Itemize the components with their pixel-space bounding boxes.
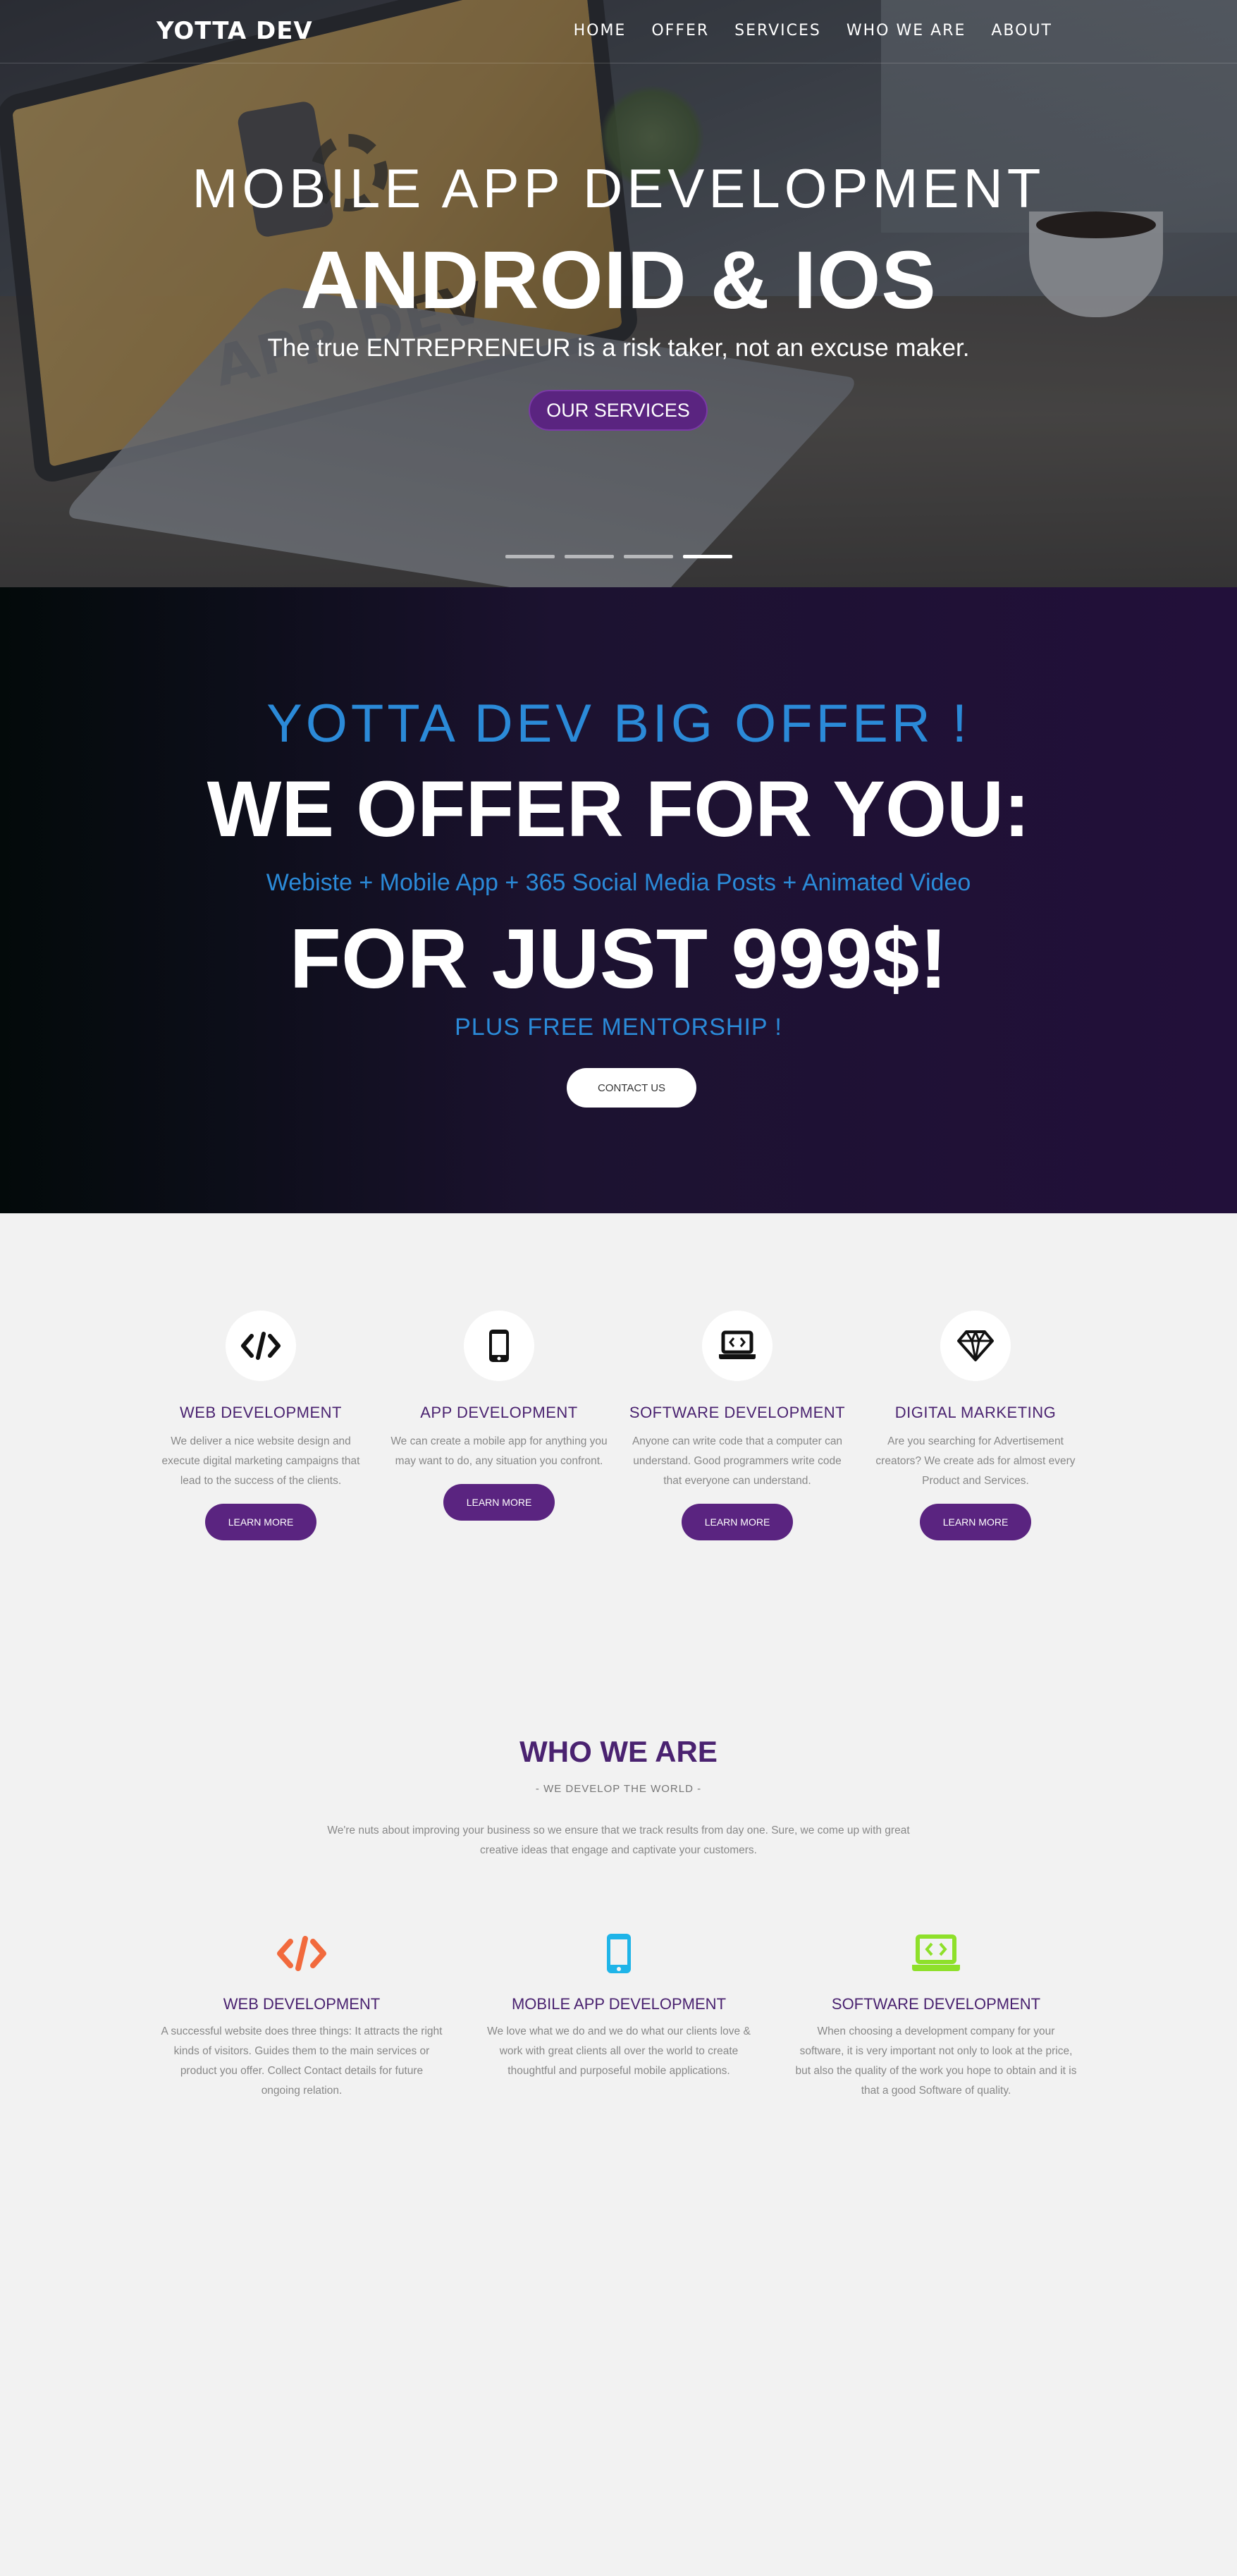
code-icon <box>277 1936 326 1971</box>
feature-software: SOFTWARE DEVELOPMENT When choosing a dev… <box>791 1929 1081 2101</box>
service-icon-circle <box>464 1311 534 1381</box>
service-icon-circle <box>226 1311 296 1381</box>
mobile-icon <box>607 1934 631 1973</box>
nav-offer[interactable]: OFFER <box>651 22 709 39</box>
section-title: WHO WE ARE <box>519 1735 718 1768</box>
services-section: WEB DEVELOPMENT We deliver a nice websit… <box>0 1213 1237 1707</box>
slide-indicator-3[interactable] <box>624 555 673 558</box>
brand-logo[interactable]: YOTTA DEV <box>156 17 313 45</box>
service-title: SOFTWARE DEVELOPMENT <box>629 1404 846 1421</box>
feature-title: SOFTWARE DEVELOPMENT <box>831 1995 1041 2013</box>
service-card-web: WEB DEVELOPMENT We deliver a nice websit… <box>142 1311 380 1540</box>
offer-section: YOTTA DEV BIG OFFER ! WE OFFER FOR YOU: … <box>0 587 1237 1213</box>
contact-us-button[interactable]: CONTACT US <box>567 1068 696 1108</box>
hero-subtitle: The true ENTREPRENEUR is a risk taker, n… <box>267 334 970 362</box>
offer-title: WE OFFER FOR YOU: <box>207 765 1030 853</box>
learn-more-button[interactable]: LEARN MORE <box>920 1504 1031 1540</box>
section-tagline: - WE DEVELOP THE WORLD - <box>535 1783 702 1795</box>
offer-mentorship: PLUS FREE MENTORSHIP ! <box>455 1014 782 1041</box>
offer-package: Webiste + Mobile App + 365 Social Media … <box>266 869 971 896</box>
who-we-are-section: WHO WE ARE - WE DEVELOP THE WORLD - We'r… <box>0 1707 1237 2576</box>
main-nav: HOME OFFER SERVICES WHO WE ARE ABOUT <box>574 22 1052 39</box>
laptop-code-icon <box>912 1934 960 1971</box>
diamond-icon <box>957 1330 994 1361</box>
service-text: Anyone can write code that a computer ca… <box>632 1435 843 1487</box>
service-title: DIGITAL MARKETING <box>894 1404 1057 1421</box>
hero-kicker: MOBILE APP DEVELOPMENT <box>192 157 1045 219</box>
service-title: WEB DEVELOPMENT <box>180 1404 342 1421</box>
offer-kicker: YOTTA DEV BIG OFFER ! <box>266 694 971 754</box>
service-icon-circle <box>940 1311 1011 1381</box>
service-text: Are you searching for Advertisement crea… <box>875 1435 1076 1487</box>
nav-who-we-are[interactable]: WHO WE ARE <box>847 22 966 39</box>
slider-indicators <box>505 555 732 558</box>
slide-indicator-1[interactable] <box>505 555 555 558</box>
learn-more-button[interactable]: LEARN MORE <box>682 1504 793 1540</box>
learn-more-button[interactable]: LEARN MORE <box>205 1504 316 1540</box>
nav-about[interactable]: ABOUT <box>991 22 1052 39</box>
feature-mobile: MOBILE APP DEVELOPMENT We love what we d… <box>474 1929 764 2081</box>
feature-text: When choosing a development company for … <box>795 2025 1077 2097</box>
service-text: We can create a mobile app for anything … <box>390 1435 608 1467</box>
feature-title: WEB DEVELOPMENT <box>223 1995 381 2013</box>
feature-web: WEB DEVELOPMENT A successful website doe… <box>156 1929 447 2101</box>
offer-price: FOR JUST 999$! <box>289 912 948 1006</box>
hero-slider: APP DEV YOTTA DEV HOME OFFER SERVICES WH… <box>0 0 1237 587</box>
feature-text: A successful website does three things: … <box>161 2025 443 2097</box>
top-navbar: YOTTA DEV HOME OFFER SERVICES WHO WE ARE… <box>0 0 1237 63</box>
service-title: APP DEVELOPMENT <box>420 1404 578 1421</box>
mobile-icon <box>489 1330 509 1362</box>
code-icon <box>241 1332 281 1360</box>
feature-title: MOBILE APP DEVELOPMENT <box>511 1995 727 2013</box>
our-services-button[interactable]: OUR SERVICES <box>529 390 708 431</box>
hero-title: ANDROID & IOS <box>300 234 937 326</box>
slide-indicator-2[interactable] <box>565 555 614 558</box>
service-text: We deliver a nice website design and exe… <box>161 1435 360 1487</box>
slide-indicator-4[interactable] <box>683 555 732 558</box>
service-card-software: SOFTWARE DEVELOPMENT Anyone can write co… <box>618 1311 856 1540</box>
feature-text: We love what we do and we do what our cl… <box>487 2025 751 2077</box>
nav-home[interactable]: HOME <box>574 22 627 39</box>
nav-services[interactable]: SERVICES <box>734 22 821 39</box>
service-icon-circle <box>702 1311 773 1381</box>
service-card-marketing: DIGITAL MARKETING Are you searching for … <box>856 1311 1095 1540</box>
section-intro: We're nuts about improving your business… <box>327 1824 910 1856</box>
laptop-code-icon <box>719 1330 756 1359</box>
learn-more-button[interactable]: LEARN MORE <box>443 1484 555 1521</box>
service-card-app: APP DEVELOPMENT We can create a mobile a… <box>380 1311 618 1521</box>
